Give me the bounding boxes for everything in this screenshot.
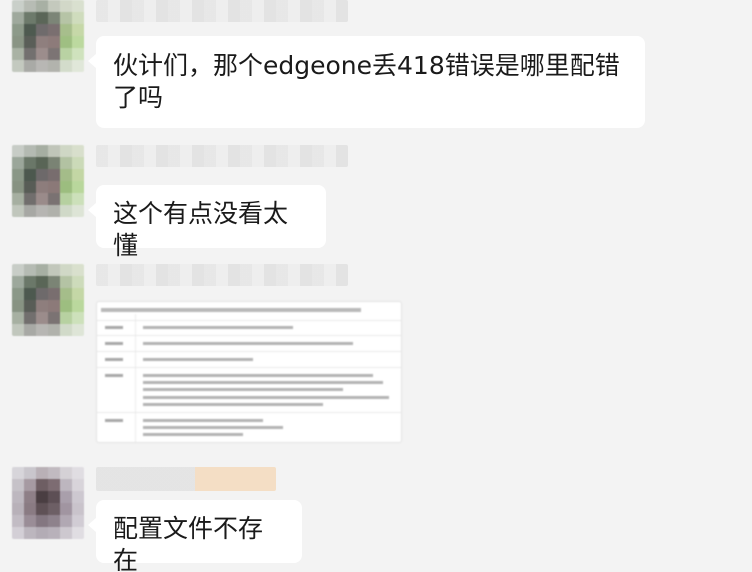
sender-name xyxy=(96,145,348,167)
chat-area[interactable]: 伙计们，那个edgeone丢418错误是哪里配错了吗 这个有点没看太懂 配置文件… xyxy=(0,0,752,572)
sender-name xyxy=(96,264,348,286)
sender-name xyxy=(96,467,276,491)
message-text: 这个有点没看太懂 xyxy=(113,199,289,260)
image-attachment[interactable] xyxy=(96,301,402,443)
message-bubble[interactable]: 配置文件不存在 xyxy=(88,500,302,572)
sender-avatar[interactable] xyxy=(12,264,84,336)
sender-avatar[interactable] xyxy=(12,145,84,217)
sender-avatar[interactable] xyxy=(12,0,84,72)
message-bubble[interactable]: 伙计们，那个edgeone丢418错误是哪里配错了吗 xyxy=(88,36,645,128)
sender-avatar[interactable] xyxy=(12,467,84,539)
sender-name xyxy=(96,0,348,22)
message-text: 伙计们，那个edgeone丢418错误是哪里配错了吗 xyxy=(113,51,620,112)
message-bubble[interactable]: 这个有点没看太懂 xyxy=(88,185,326,260)
message-text: 配置文件不存在 xyxy=(113,514,264,572)
